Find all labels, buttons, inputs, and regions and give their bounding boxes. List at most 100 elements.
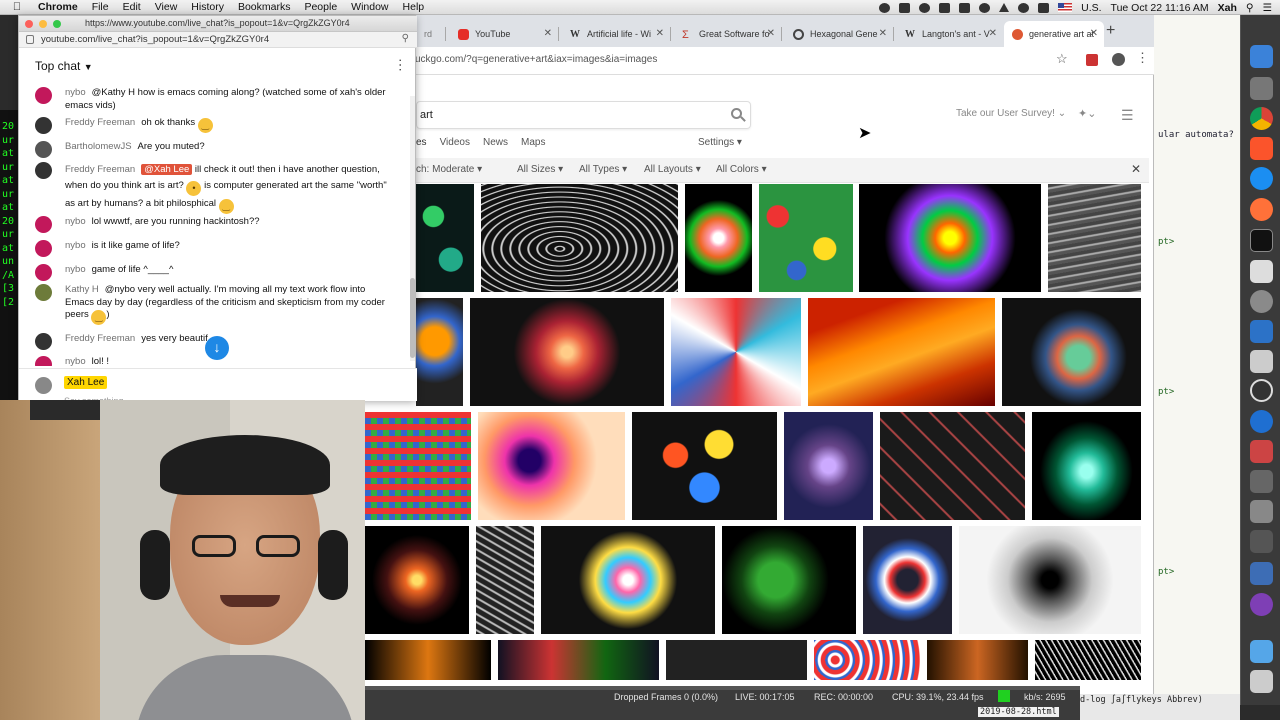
- avatar[interactable]: [35, 356, 52, 366]
- menu-file[interactable]: File: [92, 1, 109, 13]
- us-flag-icon[interactable]: [1058, 3, 1073, 12]
- color-filter[interactable]: All Colors ▾: [716, 164, 767, 175]
- close-icon[interactable]: ✕: [767, 28, 775, 39]
- menu-history[interactable]: History: [191, 1, 224, 13]
- window-close-icon[interactable]: [25, 20, 33, 28]
- bookmark-star-icon[interactable]: ☆: [1056, 51, 1068, 67]
- chat-scroll-thumb[interactable]: [410, 278, 415, 358]
- close-icon[interactable]: ✕: [1131, 162, 1141, 176]
- result-image[interactable]: [416, 184, 474, 292]
- chat-author[interactable]: Freddy Freeman: [65, 117, 135, 128]
- search-icon[interactable]: [731, 108, 742, 119]
- result-image[interactable]: [759, 184, 853, 292]
- result-image[interactable]: [808, 298, 995, 406]
- ring-icon[interactable]: [919, 2, 931, 13]
- profile-icon[interactable]: [1112, 53, 1125, 66]
- result-image[interactable]: [365, 640, 491, 680]
- result-image[interactable]: [784, 412, 873, 520]
- result-image[interactable]: [671, 298, 801, 406]
- terminal-icon[interactable]: [1250, 229, 1273, 252]
- volume-icon[interactable]: [1038, 2, 1050, 13]
- close-icon[interactable]: ✕: [544, 28, 552, 39]
- size-filter[interactable]: All Sizes ▾: [517, 164, 563, 175]
- result-image[interactable]: [863, 526, 952, 634]
- menu-people[interactable]: People: [304, 1, 337, 13]
- activity-monitor-icon[interactable]: [1250, 320, 1273, 343]
- result-image[interactable]: [685, 184, 752, 292]
- clock[interactable]: Tue Oct 22 11:16 AM: [1111, 2, 1209, 14]
- avatar[interactable]: [35, 117, 52, 134]
- result-image[interactable]: [927, 640, 1028, 680]
- layout-filter[interactable]: All Layouts ▾: [644, 164, 701, 175]
- chat-author[interactable]: BartholomewJS: [65, 141, 132, 152]
- camera-icon[interactable]: [959, 2, 971, 13]
- result-image[interactable]: [481, 184, 678, 292]
- close-icon[interactable]: ✕: [1090, 28, 1098, 39]
- firefox-icon[interactable]: [1250, 198, 1273, 221]
- avatar[interactable]: [35, 264, 52, 281]
- result-image[interactable]: [1002, 298, 1141, 406]
- window-icon[interactable]: [899, 2, 911, 13]
- input-locale[interactable]: U.S.: [1081, 2, 1101, 14]
- cc-icon[interactable]: [879, 2, 891, 13]
- result-image[interactable]: [814, 640, 920, 680]
- result-image[interactable]: [722, 526, 856, 634]
- chat-url[interactable]: youtube.com/live_chat?is_popout=1&v=QrgZ…: [41, 34, 269, 45]
- quicktime-icon[interactable]: [1250, 410, 1273, 433]
- result-image[interactable]: [859, 184, 1041, 292]
- preview-icon[interactable]: [1250, 562, 1273, 585]
- window-zoom-icon[interactable]: [53, 20, 61, 28]
- tab-news[interactable]: News: [483, 137, 508, 153]
- search-input[interactable]: art: [416, 101, 751, 129]
- terminal-window[interactable]: 20 ur at ur at ur at 20 ur at un /A [3 […: [0, 110, 18, 410]
- more-options-icon[interactable]: ⋯: [393, 58, 409, 72]
- scroll-down-button[interactable]: ↓: [205, 336, 229, 360]
- top-chat-dropdown[interactable]: Top chat ▼: [35, 59, 93, 73]
- close-icon[interactable]: ✕: [879, 28, 887, 39]
- launchpad-icon[interactable]: [1250, 77, 1273, 100]
- type-filter[interactable]: All Types ▾: [579, 164, 627, 175]
- trash-icon[interactable]: [1250, 670, 1273, 693]
- screenshot-icon[interactable]: [1250, 500, 1273, 523]
- chat-author[interactable]: Kathy H: [65, 284, 99, 295]
- extension-icon[interactable]: [1086, 54, 1098, 66]
- chat-author[interactable]: nybo: [65, 216, 86, 227]
- avatar[interactable]: [35, 141, 52, 158]
- menu-chrome[interactable]: Chrome: [38, 1, 78, 13]
- system-preferences-icon[interactable]: [1250, 290, 1273, 313]
- result-image[interactable]: [541, 526, 715, 634]
- settings-dropdown[interactable]: Settings ▾: [698, 137, 742, 148]
- apple-icon[interactable]: : [10, 1, 24, 13]
- user-name[interactable]: Xah: [1218, 2, 1237, 14]
- menu-view[interactable]: View: [155, 1, 178, 13]
- tab-great-software[interactable]: Σ Great Software fo ✕: [674, 21, 781, 47]
- chat-author[interactable]: Freddy Freeman: [65, 333, 135, 344]
- chrome-icon[interactable]: [1250, 107, 1273, 130]
- avatar[interactable]: [35, 333, 52, 350]
- more-icon[interactable]: ⋮: [1136, 50, 1149, 66]
- photo-booth-icon[interactable]: [1250, 440, 1273, 463]
- result-image[interactable]: [880, 412, 1025, 520]
- chat-author[interactable]: nybo: [65, 240, 86, 251]
- chat-author[interactable]: Freddy Freeman: [65, 164, 135, 175]
- result-image[interactable]: [416, 298, 463, 406]
- close-icon[interactable]: ✕: [989, 28, 997, 39]
- close-icon[interactable]: ✕: [656, 28, 664, 39]
- tab-hexagonal[interactable]: Hexagonal Gene ✕: [785, 21, 893, 47]
- result-image[interactable]: [365, 412, 471, 520]
- address-bar[interactable]: uckgo.com/?q=generative+art&iax=images&i…: [415, 54, 657, 65]
- avatar[interactable]: [35, 240, 52, 257]
- window-minimize-icon[interactable]: [39, 20, 47, 28]
- tab-images[interactable]: es: [416, 137, 427, 153]
- tab-partial[interactable]: rd: [416, 21, 444, 47]
- avatar[interactable]: [35, 284, 52, 301]
- avatar[interactable]: [35, 216, 52, 233]
- avatar[interactable]: [35, 162, 52, 179]
- brave-icon[interactable]: [1250, 137, 1273, 160]
- safari-icon[interactable]: [1250, 167, 1273, 190]
- tab-langtons-ant[interactable]: W Langton's ant - V ✕: [897, 21, 1003, 47]
- result-image[interactable]: [959, 526, 1141, 634]
- calendar-icon[interactable]: [1250, 350, 1273, 373]
- time-machine-icon[interactable]: [979, 2, 991, 13]
- result-image[interactable]: [365, 526, 469, 634]
